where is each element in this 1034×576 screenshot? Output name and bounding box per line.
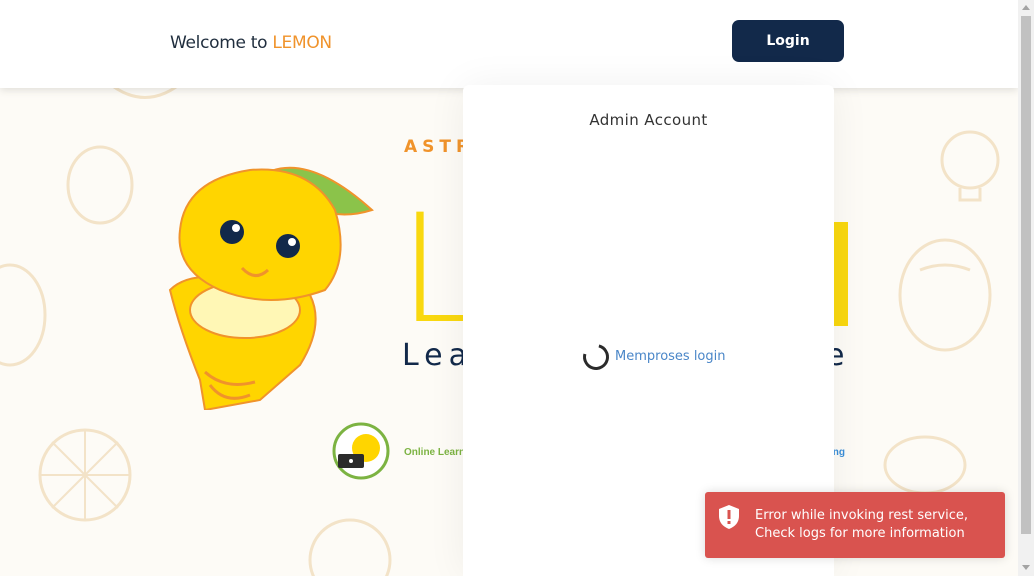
brand-name: LEMON (272, 33, 332, 53)
login-button[interactable]: Login (732, 20, 844, 62)
scroll-up-arrow-icon[interactable] (1022, 5, 1030, 10)
lemon-mascot-image (168, 166, 374, 410)
error-toast[interactable]: Error while invoking rest service, Check… (705, 492, 1005, 558)
login-status-text: Memproses login (615, 349, 726, 364)
shield-alert-icon (719, 505, 739, 529)
scroll-thumb[interactable] (1021, 16, 1031, 534)
error-message: Error while invoking rest service, Check… (755, 508, 969, 541)
modal-title: Admin Account (589, 111, 708, 129)
online-learning-badge-icon (332, 422, 390, 480)
vertical-scrollbar[interactable] (1018, 0, 1034, 576)
welcome-title: Welcome to LEMON (170, 33, 332, 53)
top-header: Welcome to LEMON Login (0, 0, 1018, 88)
loading-spinner-icon (578, 339, 614, 375)
online-learning-text: Online Learn (404, 447, 466, 458)
welcome-prefix: Welcome to (170, 33, 273, 53)
scroll-down-arrow-icon[interactable] (1022, 565, 1030, 570)
